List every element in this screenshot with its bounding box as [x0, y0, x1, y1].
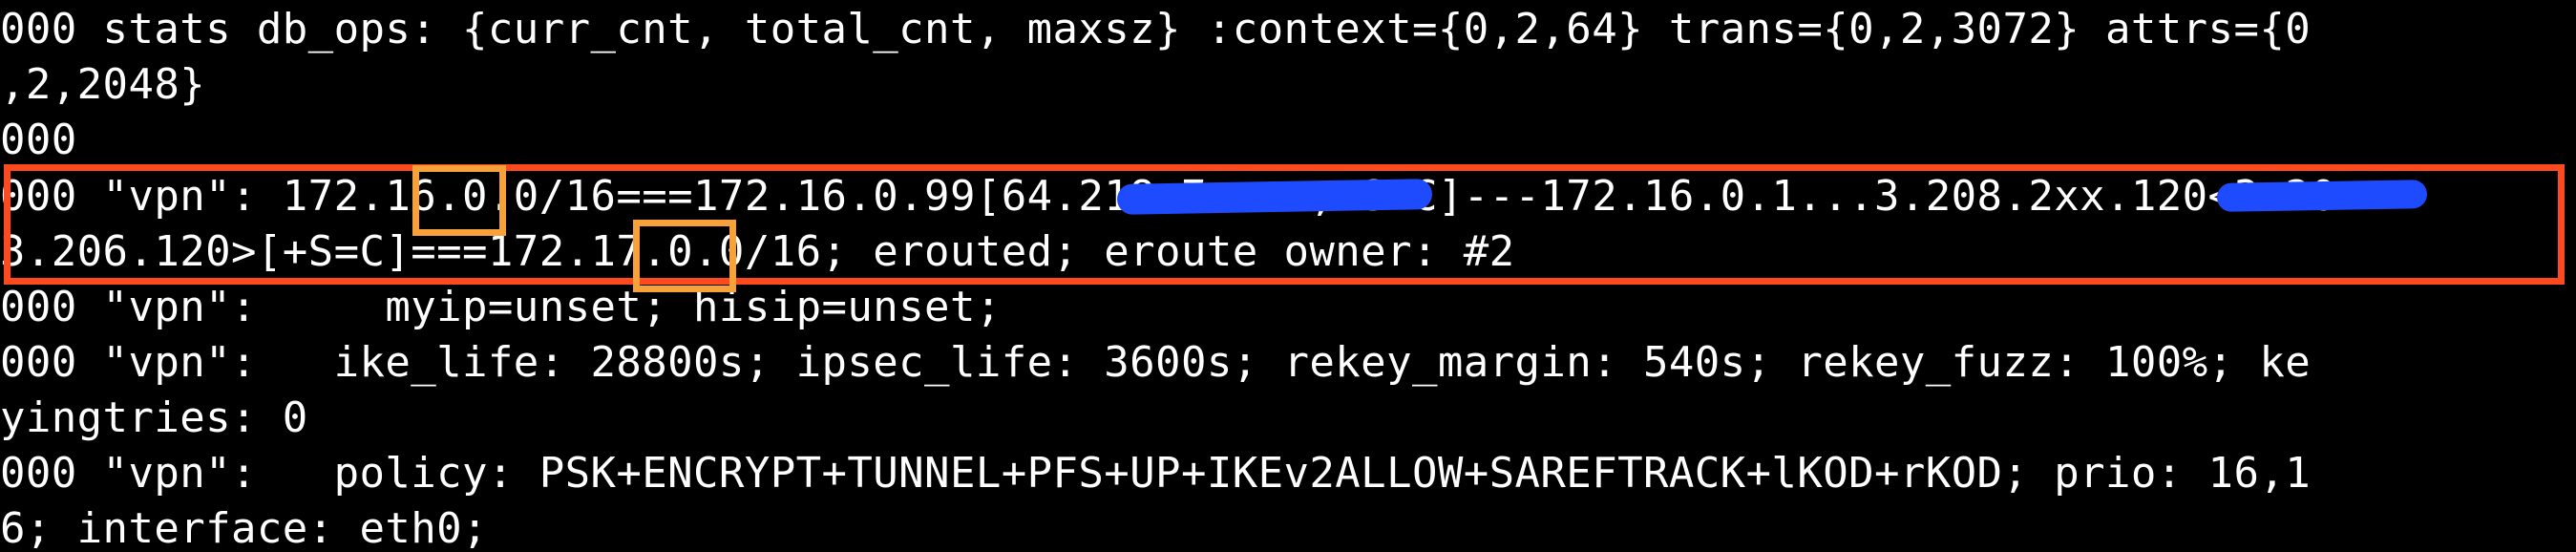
terminal-line-10: 6; interface: eth0;	[0, 504, 488, 552]
highlight-box-orange-16	[412, 165, 506, 236]
terminal-line-2: ,2,2048}	[0, 60, 206, 109]
terminal-line-6: 000 "vpn": myip=unset; hisip=unset;	[0, 283, 1002, 331]
terminal-window[interactable]: 000 stats db_ops: {curr_cnt, total_cnt, …	[0, 0, 2576, 552]
terminal-line-3: 000	[0, 116, 77, 164]
highlight-box-orange-17	[633, 220, 736, 292]
terminal-line-1: 000 stats db_ops: {curr_cnt, total_cnt, …	[0, 5, 2312, 53]
terminal-line-9: 000 "vpn": policy: PSK+ENCRYPT+TUNNEL+PF…	[0, 449, 2312, 498]
terminal-line-7: 000 "vpn": ike_life: 28800s; ipsec_life:…	[0, 338, 2312, 387]
highlight-box-red	[4, 164, 2565, 285]
terminal-line-8: yingtries: 0	[0, 393, 308, 442]
